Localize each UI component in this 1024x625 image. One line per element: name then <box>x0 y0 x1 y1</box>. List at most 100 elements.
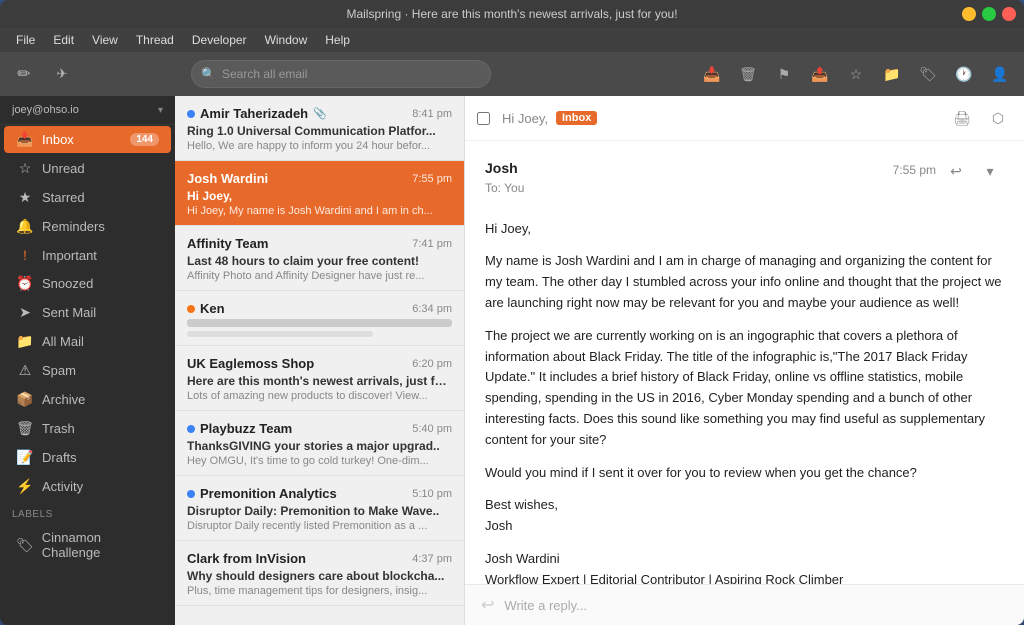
email-preview: Disruptor Daily recently listed Premonit… <box>187 520 452 532</box>
sidebar-item-sent[interactable]: ➤ Sent Mail <box>4 299 171 326</box>
unread-indicator <box>187 305 195 313</box>
email-item[interactable]: Premonition Analytics 5:10 pm Disruptor … <box>175 476 464 541</box>
account-header[interactable]: joey@ohso.io ▾ <box>0 96 175 125</box>
email-preview: Plus, time management tips for designers… <box>187 585 452 597</box>
sidebar-item-starred[interactable]: ★ Starred <box>4 184 171 211</box>
email-sender-name: Josh Wardini <box>187 171 268 186</box>
sidebar-item-label: Snoozed <box>42 276 93 291</box>
main-area: joey@ohso.io ▾ 📥 Inbox 144 ☆ Unread ★ St… <box>0 96 1024 625</box>
menu-edit[interactable]: Edit <box>45 31 82 49</box>
sidebar-item-unread[interactable]: ☆ Unread <box>4 155 171 182</box>
email-from-row: Josh To: You 7:55 pm ↩ ▾ <box>485 157 1004 215</box>
email-sender-name: Affinity Team <box>187 236 268 251</box>
email-list: Amir Taherizadeh 📎 8:41 pm Ring 1.0 Univ… <box>175 96 465 625</box>
move-button[interactable]: 📤 <box>804 58 836 90</box>
email-to: To: You <box>485 179 524 198</box>
popout-button[interactable]: ⬡ <box>984 104 1012 132</box>
activity-icon: ⚡ <box>16 478 34 495</box>
select-email-checkbox[interactable] <box>477 112 490 125</box>
email-time: 8:41 pm <box>412 108 452 120</box>
spam-button[interactable]: ⚑ <box>768 58 800 90</box>
sidebar-item-label: All Mail <box>42 334 84 349</box>
tag-button[interactable]: 🏷 <box>912 58 944 90</box>
label-icon: 📁 <box>883 66 900 83</box>
email-body: Hi Joey, My name is Josh Wardini and I a… <box>485 219 1004 584</box>
sidebar-item-inbox[interactable]: 📥 Inbox 144 <box>4 126 171 153</box>
email-time: 5:10 pm <box>412 488 452 500</box>
email-subject-prefix: Hi Joey, <box>502 111 548 126</box>
email-item-header: Amir Taherizadeh 📎 8:41 pm <box>187 106 452 121</box>
email-item[interactable]: Josh Wardini 7:55 pm Hi Joey, Hi Joey, M… <box>175 161 464 226</box>
reply-area[interactable]: ↩ Write a reply... <box>465 584 1024 625</box>
archive-button[interactable]: 📥 <box>696 58 728 90</box>
maximize-button[interactable] <box>982 7 996 21</box>
email-item[interactable]: UK Eaglemoss Shop 6:20 pm Here are this … <box>175 346 464 411</box>
email-detail-time: 7:55 pm <box>893 161 936 180</box>
inbox-badge-label: Inbox <box>556 111 597 125</box>
menu-help[interactable]: Help <box>317 31 358 49</box>
email-preview <box>187 331 373 337</box>
sidebar-item-snoozed[interactable]: ⏰ Snoozed <box>4 270 171 297</box>
contact-button[interactable]: 👤 <box>984 58 1016 90</box>
menu-developer[interactable]: Developer <box>184 31 255 49</box>
inbox-badge: 144 <box>130 133 159 146</box>
close-button[interactable] <box>1002 7 1016 21</box>
menu-window[interactable]: Window <box>257 31 316 49</box>
sidebar-item-reminders[interactable]: 🔔 Reminders <box>4 213 171 240</box>
sidebar-item-activity[interactable]: ⚡ Activity <box>4 473 171 500</box>
sidebar-item-important[interactable]: ! Important <box>4 242 171 268</box>
unread-icon: ☆ <box>16 160 34 177</box>
sidebar-item-label: Archive <box>42 392 85 407</box>
all-mail-icon: 📁 <box>16 333 34 350</box>
more-actions-button[interactable]: ▾ <box>976 157 1004 185</box>
search-input[interactable] <box>191 60 491 88</box>
email-item[interactable]: Playbuzz Team 5:40 pm ThanksGIVING your … <box>175 411 464 476</box>
inbox-icon: 📥 <box>16 131 34 148</box>
email-subject: Here are this month's newest arrivals, j… <box>187 374 452 388</box>
trash-button[interactable]: 🗑 <box>732 58 764 90</box>
reply-button[interactable]: ↩ <box>942 157 970 185</box>
reply-placeholder: Write a reply... <box>504 598 587 613</box>
email-item[interactable]: Ken 6:34 pm <box>175 291 464 346</box>
app-window: Mailspring · Here are this month's newes… <box>0 0 1024 625</box>
star-button[interactable]: ☆ <box>840 58 872 90</box>
toolbar-left: ✏ ✈ <box>8 58 183 90</box>
menu-view[interactable]: View <box>84 31 126 49</box>
archive-icon: 📥 <box>703 66 720 83</box>
email-subject <box>187 319 452 327</box>
minimize-button[interactable] <box>962 7 976 21</box>
account-email: joey@ohso.io <box>12 104 79 116</box>
print-button[interactable]: 🖨 <box>948 104 976 132</box>
email-item-header: Josh Wardini 7:55 pm <box>187 171 452 186</box>
sidebar-item-trash[interactable]: 🗑 Trash <box>4 415 171 442</box>
send-button[interactable]: ✈ <box>48 60 76 88</box>
email-item[interactable]: Clark from InVision 4:37 pm Why should d… <box>175 541 464 606</box>
email-from-name: Josh <box>485 157 524 179</box>
sidebar-item-label: Starred <box>42 190 85 205</box>
label-button[interactable]: 📁 <box>876 58 908 90</box>
email-time: 7:55 pm <box>412 173 452 185</box>
email-detail: Hi Joey, Inbox 🖨 ⬡ Josh To: You 7:55 pm … <box>465 96 1024 625</box>
sidebar-item-all[interactable]: 📁 All Mail <box>4 328 171 355</box>
sidebar-item-drafts[interactable]: 📝 Drafts <box>4 444 171 471</box>
email-item[interactable]: Amir Taherizadeh 📎 8:41 pm Ring 1.0 Univ… <box>175 96 464 161</box>
email-preview: Hi Joey, My name is Josh Wardini and I a… <box>187 205 452 217</box>
sidebar-item-label: Spam <box>42 363 76 378</box>
sidebar-item-label: Inbox <box>42 132 74 147</box>
email-time: 6:20 pm <box>412 358 452 370</box>
email-detail-subject-row: Hi Joey, Inbox 🖨 ⬡ <box>465 96 1024 141</box>
snooze-button[interactable]: 🕐 <box>948 58 980 90</box>
sidebar-item-spam[interactable]: ⚠ Spam <box>4 357 171 384</box>
menu-file[interactable]: File <box>8 31 43 49</box>
sidebar-item-cinnamon[interactable]: 🏷 Cinnamon Challenge <box>4 525 171 565</box>
spam-nav-icon: ⚠ <box>16 362 34 379</box>
email-sender-name: UK Eaglemoss Shop <box>187 356 314 371</box>
attachment-icon: 📎 <box>313 107 327 120</box>
sidebar-item-archive[interactable]: 📦 Archive <box>4 386 171 413</box>
email-item-header: Playbuzz Team 5:40 pm <box>187 421 452 436</box>
email-time: 7:41 pm <box>412 238 452 250</box>
menu-thread[interactable]: Thread <box>128 31 182 49</box>
email-item[interactable]: Affinity Team 7:41 pm Last 48 hours to c… <box>175 226 464 291</box>
compose-button[interactable]: ✏ <box>8 58 40 90</box>
compose-icon: ✏ <box>17 64 30 84</box>
